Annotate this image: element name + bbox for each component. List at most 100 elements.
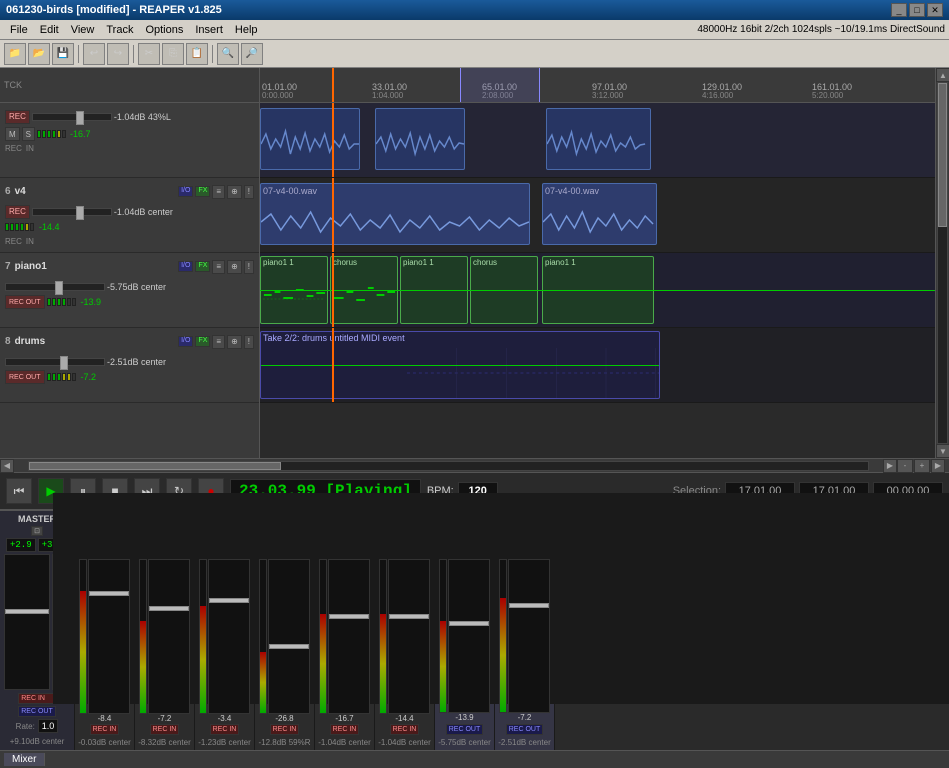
ch-4-fader-knob[interactable] — [269, 644, 309, 649]
arrange-track-6[interactable]: 07-v4-00.wav 07-v4-00.wav — [260, 178, 935, 253]
v-scroll-thumb[interactable] — [938, 83, 947, 227]
h-scroll-track[interactable] — [28, 461, 869, 471]
arrange-track-8[interactable]: Take 2/2: drums untitled MIDI event — [260, 328, 935, 403]
v-scroll-track[interactable] — [937, 82, 948, 444]
audio-clip-6-1[interactable]: 07-v4-00.wav — [260, 183, 530, 245]
track-8-vol-db: -2.51dB center — [107, 357, 166, 367]
track-7-fx[interactable]: FX — [195, 261, 210, 272]
menu-help[interactable]: Help — [229, 23, 264, 37]
toolbar-zoom-out[interactable]: 🔎 — [241, 43, 263, 65]
toolbar-save[interactable]: 💾 — [52, 43, 74, 65]
zoom-out-btn[interactable]: - — [897, 459, 913, 473]
scroll-right-btn2[interactable]: ▶ — [931, 459, 945, 473]
track-6-rec[interactable]: REC — [5, 205, 30, 219]
track-1-vol-fader[interactable] — [32, 113, 112, 121]
master-rec-out[interactable]: REC OUT — [18, 706, 56, 717]
ch-4-rec-in[interactable]: REC IN — [270, 724, 300, 735]
track-8-fx[interactable]: FX — [195, 336, 210, 347]
toolbar-undo[interactable]: ↩ — [83, 43, 105, 65]
maximize-button[interactable]: □ — [909, 3, 925, 17]
track-8-name: drums — [15, 336, 46, 347]
toolbar-redo[interactable]: ↪ — [107, 43, 129, 65]
ch-3-fader[interactable] — [208, 559, 250, 714]
track-1-solo[interactable]: S — [22, 127, 35, 141]
master-fader-knob[interactable] — [5, 609, 49, 614]
ch-8-fader[interactable] — [508, 559, 550, 713]
scroll-down-arrow[interactable]: ▼ — [936, 444, 949, 458]
ch-1-fader[interactable] — [88, 559, 130, 714]
scroll-right-arrow[interactable]: ▶ — [883, 459, 897, 473]
arrange-track-1[interactable] — [260, 103, 935, 178]
ch-7-fader[interactable] — [448, 559, 490, 713]
zoom-in-btn[interactable]: + — [914, 459, 930, 473]
ch-1-fader-knob[interactable] — [89, 591, 129, 596]
ch-1-rec-in[interactable]: REC IN — [90, 724, 120, 735]
ch-6-fader[interactable] — [388, 559, 430, 714]
track-8-icon1[interactable]: ≡ — [212, 335, 225, 349]
track-6-icon2[interactable]: ⊕ — [227, 185, 242, 199]
audio-clip-1-3[interactable] — [546, 108, 651, 170]
menu-edit[interactable]: Edit — [34, 23, 65, 37]
master-rec-in[interactable]: REC IN — [18, 693, 56, 704]
arrange-track-7[interactable]: piano1 1 chorus — [260, 253, 935, 328]
toolbar-zoom-in[interactable]: 🔍 — [217, 43, 239, 65]
vertical-scrollbar[interactable]: ▲ ▼ — [935, 68, 949, 458]
track-7-io[interactable]: I/O — [178, 261, 193, 272]
track-8-vol-fader[interactable] — [5, 358, 105, 366]
ch-5-rec-in[interactable]: REC IN — [330, 724, 360, 735]
toolbar-cut[interactable]: ✂ — [138, 43, 160, 65]
ch-7-fader-knob[interactable] — [449, 621, 489, 626]
ch-5-fader[interactable] — [328, 559, 370, 714]
rate-value[interactable]: 1.0 — [38, 719, 59, 733]
ch-5-fader-knob[interactable] — [329, 614, 369, 619]
track-7-icon2[interactable]: ⊕ — [227, 260, 242, 274]
ch-2-rec-in[interactable]: REC IN — [150, 724, 180, 735]
ch-8-rec-out[interactable]: REC OUT — [506, 724, 544, 735]
audio-clip-1-2[interactable] — [375, 108, 465, 170]
ch-7-vol-db: -5.75dB center — [438, 738, 490, 747]
toolbar-copy[interactable]: ⎘ — [162, 43, 184, 65]
track-1-rec[interactable]: REC — [5, 110, 30, 124]
ch-4-fader[interactable] — [268, 559, 310, 714]
toolbar-paste[interactable]: 📋 — [186, 43, 208, 65]
go-start-button[interactable]: ⏮ — [6, 478, 32, 504]
track-7-rec-out[interactable]: REC OUT — [5, 295, 45, 309]
master-fader[interactable] — [4, 554, 50, 690]
toolbar-new[interactable]: 📁 — [4, 43, 26, 65]
ch-8-fader-knob[interactable] — [509, 603, 549, 608]
ch-2-fader[interactable] — [148, 559, 190, 714]
horizontal-scrollbar[interactable]: ◀ ▶ - + ▶ — [0, 458, 949, 472]
track-6-io[interactable]: I/O — [178, 186, 193, 197]
minimize-button[interactable]: _ — [891, 3, 907, 17]
scroll-up-arrow[interactable]: ▲ — [936, 68, 949, 82]
ch-6-fader-knob[interactable] — [389, 614, 429, 619]
track-6-vol-fader[interactable] — [32, 208, 112, 216]
menu-options[interactable]: Options — [139, 23, 189, 37]
menu-file[interactable]: File — [4, 23, 34, 37]
toolbar-open[interactable]: 📂 — [28, 43, 50, 65]
h-scroll-thumb[interactable] — [29, 462, 281, 470]
ch-2-fader-knob[interactable] — [149, 606, 189, 611]
close-button[interactable]: ✕ — [927, 3, 943, 17]
audio-clip-1-1[interactable] — [260, 108, 360, 170]
audio-clip-6-2[interactable]: 07-v4-00.wav — [542, 183, 657, 245]
track-6-icon1[interactable]: ≡ — [212, 185, 225, 199]
ch-3-rec-in[interactable]: REC IN — [210, 724, 240, 735]
track-8-io[interactable]: I/O — [178, 336, 193, 347]
midi-clip-8-1[interactable]: Take 2/2: drums untitled MIDI event — [260, 331, 660, 399]
track-6-fx[interactable]: FX — [195, 186, 210, 197]
mixer-tab[interactable]: Mixer — [4, 753, 45, 766]
menu-track[interactable]: Track — [100, 23, 139, 37]
track-8-rec-out[interactable]: REC OUT — [5, 370, 45, 384]
track-8-icon2[interactable]: ⊕ — [227, 335, 242, 349]
track-1-mute[interactable]: M — [5, 127, 20, 141]
ch-6-rec-in[interactable]: REC IN — [390, 724, 420, 735]
menu-view[interactable]: View — [65, 23, 101, 37]
ch-3-fader-knob[interactable] — [209, 598, 249, 603]
timeline-ruler[interactable]: 01.01.00 0:00.000 33.01.00 1:04.000 65.0… — [260, 68, 935, 103]
track-7-icon1[interactable]: ≡ — [212, 260, 225, 274]
menu-insert[interactable]: Insert — [189, 23, 229, 37]
track-7-vol-fader[interactable] — [5, 283, 105, 291]
ch-7-rec-out[interactable]: REC OUT — [446, 724, 484, 735]
scroll-left-arrow[interactable]: ◀ — [0, 459, 14, 473]
